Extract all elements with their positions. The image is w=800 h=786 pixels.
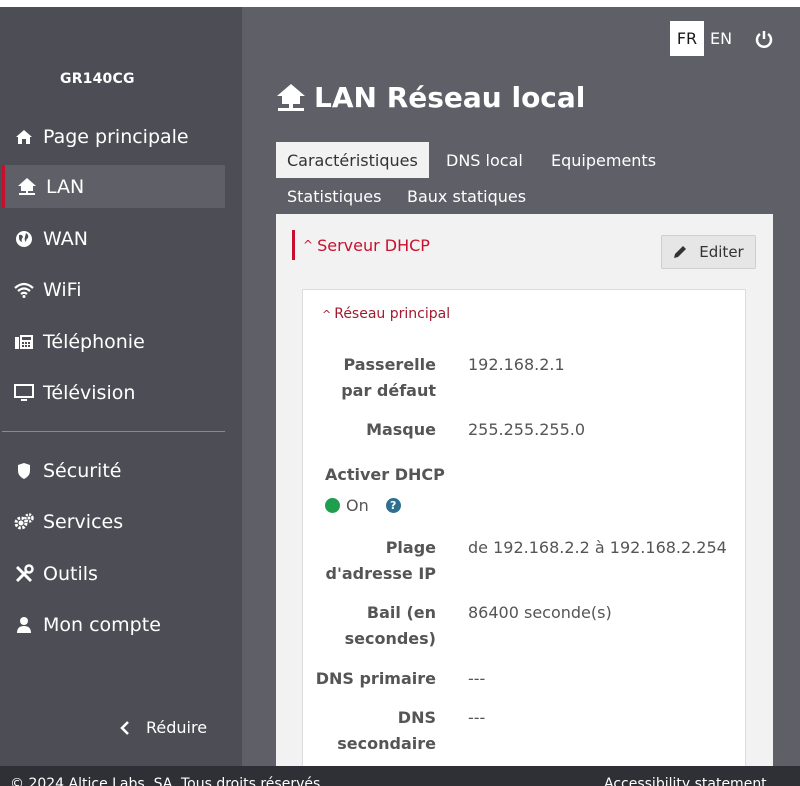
dns-secondary-value: --- (468, 708, 486, 727)
dhcp-status: On ? (325, 496, 401, 515)
gateway-label: Passerelle par défaut (341, 355, 436, 400)
wifi-icon (14, 280, 34, 300)
monitor-icon (14, 383, 34, 403)
sidebar-item-lan[interactable]: LAN (2, 165, 225, 208)
device-name: GR140CG (60, 71, 135, 87)
sidebar-item-label: Télévision (43, 381, 136, 404)
sidebar-item-label: WiFi (43, 278, 82, 301)
sidebar-item-label: Téléphonie (43, 330, 145, 353)
edit-button[interactable]: Editer (661, 235, 756, 269)
sidebar-item-label: Mon compte (43, 613, 161, 636)
lan-home-icon (276, 82, 306, 114)
globe-icon (14, 229, 34, 249)
pencil-icon (673, 245, 687, 259)
edit-button-label: Editer (699, 243, 744, 261)
sidebar-item-wan[interactable]: WAN (2, 217, 225, 260)
subsection-title: Réseau principal (334, 306, 451, 322)
sidebar-item-tools[interactable]: Outils (2, 552, 225, 595)
sidebar-item-label: LAN (46, 175, 85, 198)
user-icon (14, 615, 34, 635)
sidebar-divider (2, 431, 225, 432)
footer: © 2024 Altice Labs, SA. Tous droits rése… (0, 766, 800, 786)
sidebar-item-label: Page principale (43, 125, 189, 148)
sidebar-item-security[interactable]: Sécurité (2, 449, 225, 492)
page-title-text: LAN Réseau local (314, 81, 586, 114)
dhcp-enable-label: Activer DHCP (325, 465, 445, 484)
chevron-left-icon (120, 720, 130, 735)
mask-label: Masque (366, 420, 436, 439)
dhcp-panel: ^ Serveur DHCP Editer ^ Réseau principal… (276, 214, 773, 766)
sidebar-item-account[interactable]: Mon compte (2, 603, 225, 646)
sidebar-item-wifi[interactable]: WiFi (2, 268, 225, 311)
status-on-indicator (325, 498, 340, 513)
section-title: Serveur DHCP (317, 235, 430, 255)
sidebar: GR140CG Page principale LAN WAN WiFi Tél… (0, 7, 242, 766)
logout-power-icon[interactable] (754, 29, 774, 49)
main-network-card: ^ Réseau principal Passerelle par défaut… (302, 289, 746, 766)
sidebar-item-services[interactable]: Services (2, 500, 225, 543)
accessibility-link[interactable]: Accessibility statement (604, 776, 767, 786)
lan-home-icon (17, 177, 37, 197)
sidebar-item-label: Sécurité (43, 459, 122, 482)
ip-range-label: Plage d'adresse IP (325, 538, 437, 583)
subsection-toggle-main-network[interactable]: ^ Réseau principal (322, 306, 450, 322)
gears-icon (14, 512, 34, 532)
sidebar-item-home[interactable]: Page principale (2, 115, 225, 158)
dns-secondary-label: DNS secondaire (337, 708, 436, 753)
tab-dns-local[interactable]: DNS local (435, 142, 534, 178)
sidebar-item-telephony[interactable]: Téléphonie (2, 320, 225, 363)
language-fr-button[interactable]: FR (670, 21, 704, 56)
dhcp-status-value: On (346, 496, 369, 515)
main-content: FR EN LAN Réseau local Caractéristiques … (242, 7, 800, 766)
mask-value: 255.255.255.0 (468, 420, 586, 439)
help-icon[interactable]: ? (385, 498, 401, 513)
tab-caracteristiques[interactable]: Caractéristiques (276, 142, 429, 178)
dns-primary-value: --- (468, 669, 486, 688)
lease-label: Bail (en secondes) (344, 603, 436, 648)
tab-equipements[interactable]: Equipements (540, 142, 667, 178)
collapse-sidebar-button[interactable]: Réduire (120, 718, 207, 737)
caret-up-icon: ^ (303, 238, 314, 252)
tab-statistiques[interactable]: Statistiques (276, 178, 392, 214)
language-en-button[interactable]: EN (704, 21, 738, 56)
shield-icon (14, 461, 34, 481)
fax-phone-icon (14, 332, 34, 352)
sidebar-item-label: Services (43, 510, 124, 533)
copyright-text: © 2024 Altice Labs, SA. Tous droits rése… (10, 776, 325, 786)
lease-value: 86400 seconde(s) (468, 603, 612, 622)
sidebar-item-label: WAN (43, 227, 88, 250)
caret-up-icon: ^ (322, 307, 332, 321)
tab-baux-statiques[interactable]: Baux statiques (396, 178, 537, 214)
gateway-value: 192.168.2.1 (468, 355, 565, 374)
top-strip (0, 0, 800, 7)
page-title: LAN Réseau local (276, 81, 585, 114)
home-icon (14, 127, 34, 147)
sidebar-item-television[interactable]: Télévision (2, 371, 225, 414)
ip-range-value: de 192.168.2.2 à 192.168.2.254 (468, 538, 727, 557)
collapse-label: Réduire (146, 718, 208, 737)
tools-icon (14, 563, 34, 584)
sidebar-item-label: Outils (43, 562, 98, 585)
dns-primary-label: DNS primaire (315, 669, 436, 688)
